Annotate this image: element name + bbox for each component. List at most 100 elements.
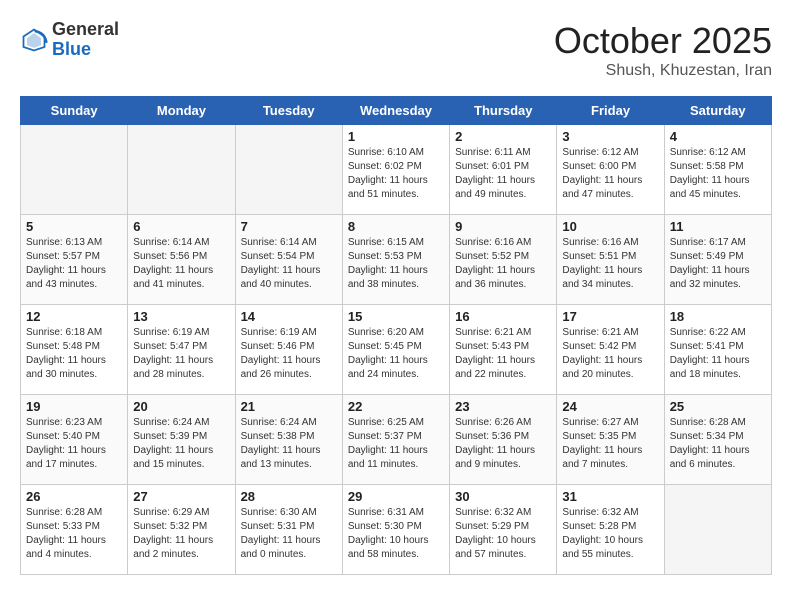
day-info: Sunrise: 6:22 AM Sunset: 5:41 PM Dayligh… — [670, 326, 766, 382]
day-info: Sunrise: 6:29 AM Sunset: 5:32 PM Dayligh… — [133, 506, 229, 562]
day-info: Sunrise: 6:24 AM Sunset: 5:38 PM Dayligh… — [241, 416, 337, 472]
day-cell — [664, 485, 771, 575]
day-info: Sunrise: 6:20 AM Sunset: 5:45 PM Dayligh… — [348, 326, 444, 382]
day-cell: 25 Sunrise: 6:28 AM Sunset: 5:34 PM Dayli… — [664, 395, 771, 485]
day-cell — [235, 125, 342, 215]
day-number: 25 — [670, 399, 766, 414]
day-cell: 22Sunrise: 6:25 AM Sunset: 5:37 PM Dayli… — [342, 395, 449, 485]
day-number: 21 — [241, 399, 337, 414]
day-info: Sunrise: 6:12 AM Sunset: 5:58 PM Dayligh… — [670, 146, 766, 202]
day-cell: 14 Sunrise: 6:19 AM Sunset: 5:46 PM Dayli… — [235, 305, 342, 395]
day-cell: 9Sunrise: 6:16 AM Sunset: 5:52 PM Daylig… — [450, 215, 557, 305]
page-header: General Blue October 2025 Shush, Khuzest… — [20, 20, 772, 80]
week-row-2: 5 Sunrise: 6:13 AM Sunset: 5:57 PM Daylig… — [21, 215, 772, 305]
day-cell: 18 Sunrise: 6:22 AM Sunset: 5:41 PM Dayli… — [664, 305, 771, 395]
day-info: Sunrise: 6:14 AM Sunset: 5:54 PM Dayligh… — [241, 236, 337, 292]
logo-icon — [20, 26, 48, 54]
day-info: Sunrise: 6:12 AM Sunset: 6:00 PM Dayligh… — [562, 146, 658, 202]
day-cell: 5 Sunrise: 6:13 AM Sunset: 5:57 PM Daylig… — [21, 215, 128, 305]
day-cell: 26 Sunrise: 6:28 AM Sunset: 5:33 PM Dayli… — [21, 485, 128, 575]
day-cell: 2 Sunrise: 6:11 AM Sunset: 6:01 PM Daylig… — [450, 125, 557, 215]
col-header-tuesday: Tuesday — [235, 97, 342, 125]
location: Shush, Khuzestan, Iran — [554, 62, 772, 80]
week-row-4: 19 Sunrise: 6:23 AM Sunset: 5:40 PM Dayli… — [21, 395, 772, 485]
col-header-monday: Monday — [128, 97, 235, 125]
day-info: Sunrise: 6:18 AM Sunset: 5:48 PM Dayligh… — [26, 326, 122, 382]
day-cell — [21, 125, 128, 215]
day-number: 5 — [26, 219, 122, 234]
day-info: Sunrise: 6:17 AM Sunset: 5:49 PM Dayligh… — [670, 236, 766, 292]
calendar-table: SundayMondayTuesdayWednesdayThursdayFrid… — [20, 96, 772, 575]
day-number: 30 — [455, 489, 551, 504]
day-cell: 31Sunrise: 6:32 AM Sunset: 5:28 PM Dayli… — [557, 485, 664, 575]
day-number: 29 — [348, 489, 444, 504]
day-info: Sunrise: 6:19 AM Sunset: 5:46 PM Dayligh… — [241, 326, 337, 382]
day-cell: 4 Sunrise: 6:12 AM Sunset: 5:58 PM Daylig… — [664, 125, 771, 215]
day-number: 8 — [348, 219, 444, 234]
day-info: Sunrise: 6:13 AM Sunset: 5:57 PM Dayligh… — [26, 236, 122, 292]
day-number: 16 — [455, 309, 551, 324]
day-cell: 6 Sunrise: 6:14 AM Sunset: 5:56 PM Daylig… — [128, 215, 235, 305]
day-number: 22 — [348, 399, 444, 414]
day-info: Sunrise: 6:24 AM Sunset: 5:39 PM Dayligh… — [133, 416, 229, 472]
day-info: Sunrise: 6:28 AM Sunset: 5:34 PM Dayligh… — [670, 416, 766, 472]
col-header-saturday: Saturday — [664, 97, 771, 125]
day-number: 2 — [455, 129, 551, 144]
title-block: October 2025 Shush, Khuzestan, Iran — [554, 20, 772, 80]
day-number: 4 — [670, 129, 766, 144]
day-number: 6 — [133, 219, 229, 234]
col-header-wednesday: Wednesday — [342, 97, 449, 125]
col-header-sunday: Sunday — [21, 97, 128, 125]
day-number: 11 — [670, 219, 766, 234]
col-header-thursday: Thursday — [450, 97, 557, 125]
day-cell: 13Sunrise: 6:19 AM Sunset: 5:47 PM Dayli… — [128, 305, 235, 395]
day-number: 18 — [670, 309, 766, 324]
day-info: Sunrise: 6:10 AM Sunset: 6:02 PM Dayligh… — [348, 146, 444, 202]
day-cell: 15 Sunrise: 6:20 AM Sunset: 5:45 PM Dayli… — [342, 305, 449, 395]
day-cell: 19 Sunrise: 6:23 AM Sunset: 5:40 PM Dayli… — [21, 395, 128, 485]
day-number: 7 — [241, 219, 337, 234]
day-number: 13 — [133, 309, 229, 324]
day-number: 27 — [133, 489, 229, 504]
day-cell: 1 Sunrise: 6:10 AM Sunset: 6:02 PM Daylig… — [342, 125, 449, 215]
logo-general-text: General — [52, 19, 119, 39]
day-number: 1 — [348, 129, 444, 144]
day-info: Sunrise: 6:15 AM Sunset: 5:53 PM Dayligh… — [348, 236, 444, 292]
week-row-3: 12 Sunrise: 6:18 AM Sunset: 5:48 PM Dayli… — [21, 305, 772, 395]
day-info: Sunrise: 6:30 AM Sunset: 5:31 PM Dayligh… — [241, 506, 337, 562]
logo-blue-text: Blue — [52, 39, 91, 59]
day-cell — [128, 125, 235, 215]
day-cell: 21 Sunrise: 6:24 AM Sunset: 5:38 PM Dayli… — [235, 395, 342, 485]
day-cell: 11 Sunrise: 6:17 AM Sunset: 5:49 PM Dayli… — [664, 215, 771, 305]
day-cell: 7 Sunrise: 6:14 AM Sunset: 5:54 PM Daylig… — [235, 215, 342, 305]
day-number: 19 — [26, 399, 122, 414]
day-info: Sunrise: 6:28 AM Sunset: 5:33 PM Dayligh… — [26, 506, 122, 562]
day-number: 3 — [562, 129, 658, 144]
week-row-1: 1 Sunrise: 6:10 AM Sunset: 6:02 PM Daylig… — [21, 125, 772, 215]
month-title: October 2025 — [554, 20, 772, 62]
day-cell: 30 Sunrise: 6:32 AM Sunset: 5:29 PM Dayli… — [450, 485, 557, 575]
day-number: 23 — [455, 399, 551, 414]
day-info: Sunrise: 6:27 AM Sunset: 5:35 PM Dayligh… — [562, 416, 658, 472]
day-info: Sunrise: 6:23 AM Sunset: 5:40 PM Dayligh… — [26, 416, 122, 472]
day-info: Sunrise: 6:21 AM Sunset: 5:42 PM Dayligh… — [562, 326, 658, 382]
day-info: Sunrise: 6:16 AM Sunset: 5:51 PM Dayligh… — [562, 236, 658, 292]
day-cell: 23Sunrise: 6:26 AM Sunset: 5:36 PM Dayli… — [450, 395, 557, 485]
col-header-friday: Friday — [557, 97, 664, 125]
day-info: Sunrise: 6:16 AM Sunset: 5:52 PM Dayligh… — [455, 236, 551, 292]
day-info: Sunrise: 6:32 AM Sunset: 5:28 PM Dayligh… — [562, 506, 658, 562]
day-number: 26 — [26, 489, 122, 504]
day-info: Sunrise: 6:32 AM Sunset: 5:29 PM Dayligh… — [455, 506, 551, 562]
day-info: Sunrise: 6:21 AM Sunset: 5:43 PM Dayligh… — [455, 326, 551, 382]
day-cell: 29Sunrise: 6:31 AM Sunset: 5:30 PM Dayli… — [342, 485, 449, 575]
day-cell: 24Sunrise: 6:27 AM Sunset: 5:35 PM Dayli… — [557, 395, 664, 485]
day-cell: 27 Sunrise: 6:29 AM Sunset: 5:32 PM Dayli… — [128, 485, 235, 575]
day-number: 12 — [26, 309, 122, 324]
week-row-5: 26 Sunrise: 6:28 AM Sunset: 5:33 PM Dayli… — [21, 485, 772, 575]
day-number: 15 — [348, 309, 444, 324]
day-info: Sunrise: 6:14 AM Sunset: 5:56 PM Dayligh… — [133, 236, 229, 292]
day-info: Sunrise: 6:11 AM Sunset: 6:01 PM Dayligh… — [455, 146, 551, 202]
day-cell: 16 Sunrise: 6:21 AM Sunset: 5:43 PM Dayli… — [450, 305, 557, 395]
day-number: 14 — [241, 309, 337, 324]
day-cell: 3 Sunrise: 6:12 AM Sunset: 6:00 PM Daylig… — [557, 125, 664, 215]
